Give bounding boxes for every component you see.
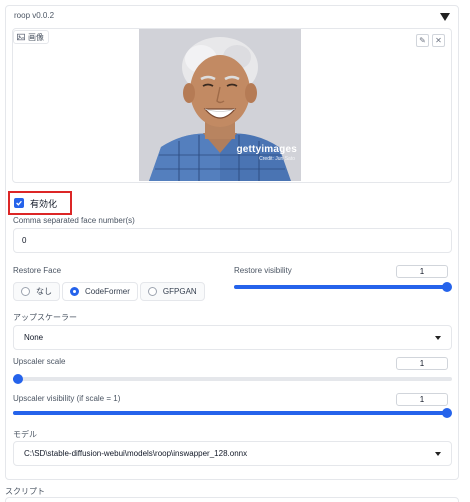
enable-checkbox-row[interactable]: 有効化 (8, 191, 72, 215)
upscaler-visibility-number[interactable]: 1 (396, 393, 448, 406)
option-label: GFPGAN (162, 287, 197, 296)
slider-fill (234, 285, 447, 289)
upscaler-value: None (24, 333, 44, 342)
collapse-triangle-icon[interactable] (440, 13, 450, 21)
upscaler-scale-number[interactable]: 1 (396, 357, 448, 370)
upscaler-scale-label: Upscaler scale (13, 357, 66, 366)
pencil-icon: ✎ (419, 36, 426, 45)
image-icon (17, 33, 25, 41)
face-numbers-input[interactable]: 0 (13, 228, 452, 253)
chevron-down-icon (435, 451, 441, 456)
slider-thumb[interactable] (442, 282, 452, 292)
check-icon (16, 200, 22, 206)
panel-title: roop v0.0.2 (14, 11, 55, 20)
upscaler-scale-slider[interactable] (13, 374, 452, 384)
radio-icon (147, 287, 157, 296)
edit-image-button[interactable]: ✎ (416, 34, 429, 47)
close-icon: ✕ (435, 36, 442, 45)
image-label: 画像 (28, 32, 44, 42)
enable-label: 有効化 (30, 198, 58, 209)
restore-visibility-slider[interactable] (234, 282, 452, 292)
watermark-text: gettyimages (236, 144, 297, 155)
enable-checkbox[interactable] (14, 198, 24, 208)
radio-selected-icon (70, 287, 79, 296)
slider-track (13, 377, 452, 381)
upscaler-visibility-slider[interactable] (13, 408, 452, 418)
restore-face-option-none[interactable]: なし (13, 282, 60, 301)
model-dropdown[interactable]: C:\SD\stable-diffusion-webui\models\roop… (13, 441, 452, 466)
restore-visibility-label: Restore visibility (234, 266, 292, 275)
restore-face-option-codeformer[interactable]: CodeFormer (62, 282, 138, 301)
image-label-badge: 画像 (13, 30, 49, 44)
script-label: スクリプト (5, 487, 45, 496)
upscaler-dropdown[interactable]: None (13, 325, 452, 350)
slider-fill (13, 411, 447, 415)
face-numbers-label: Comma separated face number(s) (13, 216, 135, 225)
radio-icon (21, 287, 30, 296)
restore-face-label: Restore Face (13, 266, 62, 275)
restore-face-radio-group: なし CodeFormer GFPGAN (13, 282, 205, 301)
face-image: gettyimages Credit: Jun Sato (139, 29, 301, 181)
restore-face-option-gfpgan[interactable]: GFPGAN (139, 282, 205, 301)
upscaler-visibility-label: Upscaler visibility (if scale = 1) (13, 394, 121, 403)
watermark-credit: Credit: Jun Sato (259, 156, 295, 162)
restore-visibility-number[interactable]: 1 (396, 265, 448, 278)
option-label: CodeFormer (85, 287, 130, 296)
slider-thumb[interactable] (13, 374, 23, 384)
chevron-down-icon (435, 335, 441, 340)
model-value: C:\SD\stable-diffusion-webui\models\roop… (24, 449, 248, 458)
clear-image-button[interactable]: ✕ (432, 34, 445, 47)
slider-thumb[interactable] (442, 408, 452, 418)
option-label: なし (36, 287, 52, 296)
model-label: モデル (13, 430, 37, 439)
script-dropdown[interactable] (5, 497, 459, 502)
upscaler-label: アップスケーラー (13, 313, 77, 322)
